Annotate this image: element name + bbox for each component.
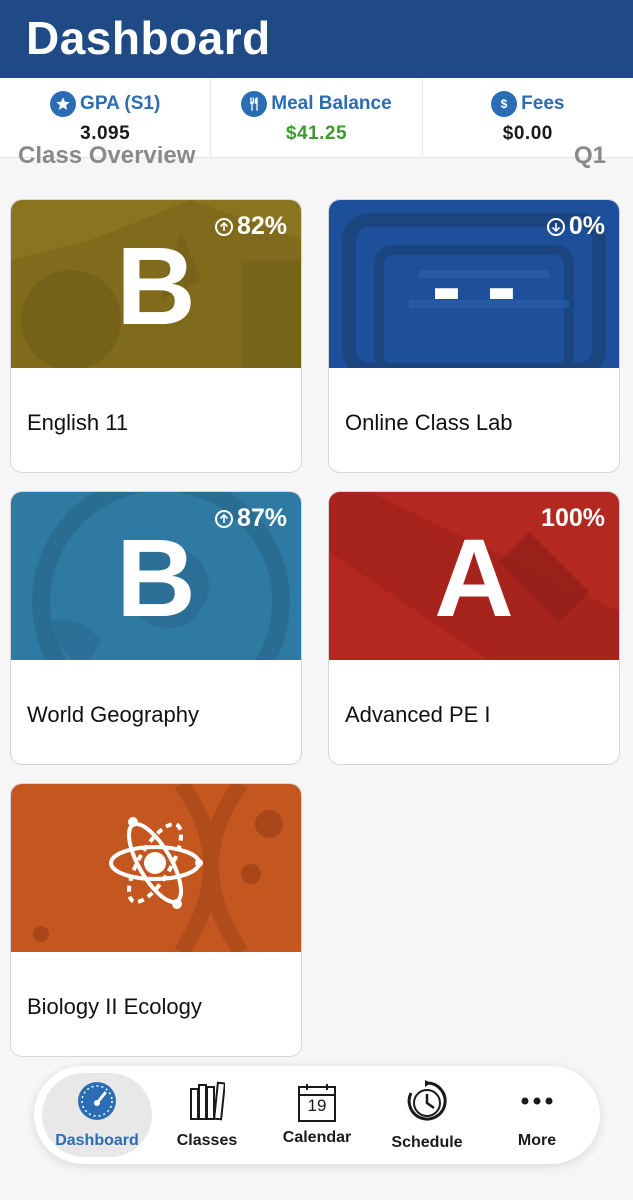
- books-icon: [189, 1081, 226, 1126]
- class-card-online-class-lab[interactable]: - - 0% Online Class Lab: [328, 199, 620, 473]
- class-name: English 11: [27, 410, 129, 435]
- class-name: Online Class Lab: [345, 410, 513, 435]
- nav-classes[interactable]: Classes: [152, 1073, 262, 1157]
- class-grade: B: [116, 225, 196, 348]
- class-percent-value: 87%: [236, 504, 287, 532]
- trend-up-icon: [214, 509, 233, 528]
- trend-up-icon: [214, 217, 233, 236]
- class-card-biology-ii-ecology[interactable]: Biology II Ecology: [10, 783, 302, 1057]
- nav-more-label: More: [517, 1131, 557, 1149]
- class-banner: B 87%: [11, 492, 301, 660]
- class-grade: B: [116, 517, 196, 640]
- class-percent-value: 100%: [541, 504, 605, 532]
- clock-icon: [405, 1079, 449, 1128]
- class-banner: - - 0%: [329, 200, 619, 368]
- stat-meal-balance-label: Meal Balance: [271, 92, 392, 114]
- more-icon: [517, 1081, 557, 1126]
- nav-calendar[interactable]: 19 Calendar: [262, 1073, 372, 1157]
- nav-classes-label: Classes: [176, 1131, 238, 1149]
- utensils-icon: [241, 90, 268, 117]
- class-name: Biology II Ecology: [27, 994, 202, 1019]
- gauge-icon: [77, 1081, 117, 1126]
- trend-down-icon: [546, 217, 565, 236]
- header-bar: Dashboard: [0, 0, 633, 78]
- nav-dashboard[interactable]: Dashboard: [42, 1073, 152, 1157]
- class-percent: 87%: [214, 504, 287, 533]
- stat-fees-label: Fees: [521, 92, 565, 114]
- class-percent-value: 82%: [236, 212, 287, 240]
- calendar-day: 19: [307, 1096, 327, 1115]
- class-banner: B 82%: [11, 200, 301, 368]
- class-card-advanced-pe-i[interactable]: A 100% Advanced PE I: [328, 491, 620, 765]
- class-percent-value: 0%: [568, 212, 605, 240]
- stat-gpa-label: GPA (S1): [80, 92, 161, 114]
- page-title: Dashboard: [26, 12, 271, 64]
- nav-more[interactable]: More: [482, 1073, 592, 1157]
- class-card-english-11[interactable]: B 82% English 11: [10, 199, 302, 473]
- class-card-world-geography[interactable]: B 87% World Geography: [10, 491, 302, 765]
- bottom-nav: Dashboard Classes 19 Calendar Schedule M…: [34, 1066, 600, 1164]
- star-icon: [50, 90, 77, 117]
- class-percent: 100%: [541, 504, 605, 533]
- dollar-icon: $: [491, 90, 518, 117]
- class-banner: [11, 784, 301, 952]
- stat-fees-value: $0.00: [502, 122, 553, 144]
- class-name: World Geography: [27, 702, 200, 727]
- class-name: Advanced PE I: [345, 702, 491, 727]
- class-grade: A: [434, 517, 514, 640]
- nav-calendar-label: Calendar: [282, 1129, 352, 1146]
- stat-meal-balance-value: $41.25: [285, 122, 348, 144]
- class-percent: 0%: [546, 212, 605, 241]
- class-percent: 82%: [214, 212, 287, 241]
- quarter-selector[interactable]: Q1: [574, 146, 606, 168]
- nav-schedule-label: Schedule: [391, 1133, 463, 1151]
- svg-text:$: $: [501, 97, 508, 111]
- class-banner: A 100%: [329, 492, 619, 660]
- nav-dashboard-label: Dashboard: [55, 1131, 139, 1149]
- atom-icon: [107, 808, 203, 923]
- class-overview-header: Class Overview Q1: [18, 146, 618, 168]
- calendar-icon: 19: [297, 1083, 337, 1123]
- nav-schedule[interactable]: Schedule: [372, 1073, 482, 1157]
- stat-gpa-value: 3.095: [80, 122, 131, 144]
- class-overview-title: Class Overview: [18, 146, 196, 168]
- class-grade: - -: [431, 237, 517, 337]
